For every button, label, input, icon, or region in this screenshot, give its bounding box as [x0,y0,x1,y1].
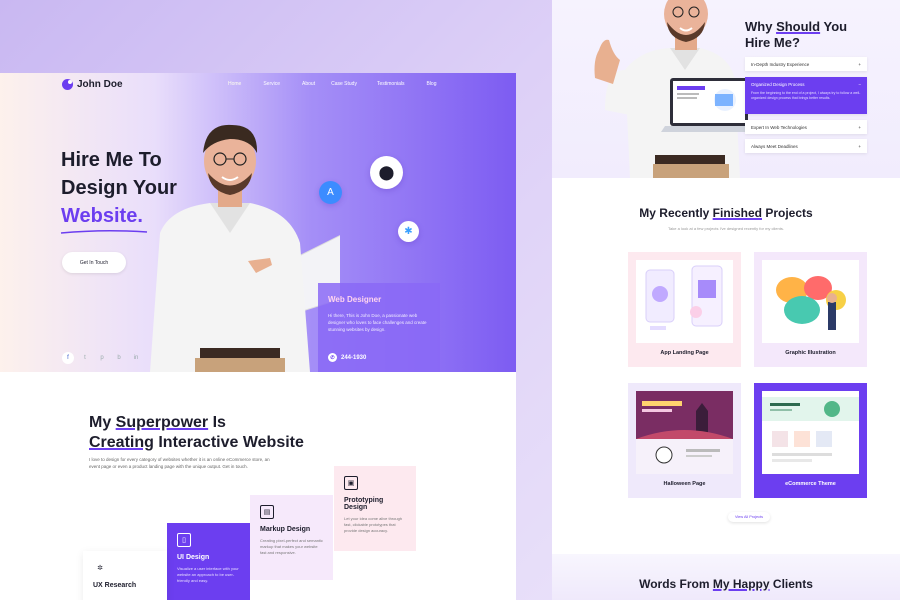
nav-item-testimonials[interactable]: Testimonials [377,81,405,87]
project-thumbnail [762,391,859,474]
markup-icon: ▤ [260,505,274,519]
service-name: Markup Design [260,526,311,533]
nav-item-blog[interactable]: Blog [426,81,436,87]
web-designer-card: Web Designer Hi there, This is John Doe,… [318,283,440,372]
hero-person-image [150,124,340,372]
pinterest-icon[interactable]: p [96,352,108,364]
web-designer-text: Hi there, This is John Doe, a passionate… [328,313,427,332]
prototyping-icon: ▣ [344,476,358,490]
accordion-label: Expert In Web Technologies [751,124,807,130]
accordion-label: Organized Design Process [751,82,805,87]
hero-section: John Doe Home Service About Case Study T… [0,73,516,372]
phone-contact[interactable]: ✆ 244-1930 [328,353,366,362]
accordion-body: From the beginning to the end of a proje… [751,91,861,100]
logo-text: John Doe [77,79,123,90]
project-card-app-landing[interactable]: App Landing Page [628,252,741,367]
linkedin-icon[interactable]: in [130,352,142,364]
react-icon: ✱ [398,221,419,242]
testimonials-title: Words From My Happy Clients [639,577,813,591]
ui-design-icon: ▯ [177,533,191,547]
project-label: Halloween Page [663,481,706,487]
logo-icon [62,79,73,90]
web-designer-title: Web Designer [328,295,382,304]
project-card-halloween[interactable]: Halloween Page [628,383,741,498]
twitter-icon[interactable]: t [79,352,91,364]
projects-title: My Recently Finished Projects [639,206,813,220]
service-name: UI Design [177,554,210,561]
project-label: Graphic Illustration [785,350,836,356]
accordion-item-deadlines[interactable]: Always Meet Deadlines + [745,139,867,153]
service-card-markup[interactable]: ▤ Markup Design Creating pixel-perfect a… [250,495,333,580]
why-hire-me-section: Why Should You Hire Me? In-Depth Industr… [552,0,900,178]
github-icon: ⬤ [370,156,403,189]
accordion-item-design-process[interactable]: Organized Design Process − From the begi… [745,77,867,114]
plus-icon: + [858,143,861,149]
facebook-icon[interactable]: f [62,352,74,364]
testimonials-section: Words From My Happy Clients [552,554,900,600]
phone-number: 244-1930 [341,354,367,361]
minus-icon: − [858,82,861,87]
accordion-item-experience[interactable]: In-Depth Industry Experience + [745,57,867,71]
service-desc: Creating pixel-perfect and semantic mark… [260,538,323,555]
project-thumbnail [636,260,733,343]
nav-item-service[interactable]: Service [263,81,280,87]
view-all-projects-button[interactable]: View All Projects [728,512,770,522]
main-nav: Home Service About Case Study Testimonia… [228,81,437,87]
ux-research-icon: ✲ [97,565,103,572]
project-label: App Landing Page [660,350,709,356]
service-card-ux-research[interactable]: ✲ UX Research [83,551,167,600]
service-desc: Let your idea come alive through fast, c… [344,516,403,533]
service-name: Prototyping Design [344,497,384,511]
service-card-prototyping[interactable]: ▣ Prototyping Design Let your idea come … [334,466,416,551]
service-card-ui-design[interactable]: ▯ UI Design Visualize a user interface w… [167,523,250,600]
get-in-touch-button[interactable]: Get In Touch [62,252,126,273]
why-hire-me-title: Why Should You Hire Me? [745,19,848,50]
logo[interactable]: John Doe [62,79,123,90]
service-desc: Visualize a user interface with your web… [177,566,239,583]
thumbs-up-person-image [594,0,755,178]
app-store-icon: A [319,181,342,204]
accordion-label: Always Meet Deadlines [751,143,798,149]
superpower-description: I love to design for every category of w… [89,457,270,469]
nav-item-about[interactable]: About [302,81,315,87]
nav-item-case-study[interactable]: Case Study [331,81,357,87]
project-card-ecommerce-theme[interactable]: eCommerce Theme [754,383,867,498]
plus-icon: + [858,124,861,130]
project-thumbnail [762,260,859,343]
service-name: UX Research [93,582,137,589]
detail-page-mockup: Why Should You Hire Me? In-Depth Industr… [552,0,900,600]
accordion-item-web-technologies[interactable]: Expert In Web Technologies + [745,120,867,134]
accordion-label: In-Depth Industry Experience [751,61,810,67]
phone-icon: ✆ [328,353,337,362]
project-card-graphic-illustration[interactable]: Graphic Illustration [754,252,867,367]
projects-subtitle: Take a look at a few projects I've desig… [668,226,784,231]
project-thumbnail [636,391,733,474]
project-label: eCommerce Theme [785,481,836,487]
plus-icon: + [858,61,861,67]
nav-item-home[interactable]: Home [228,81,241,87]
social-links: f t p b in [62,352,142,364]
home-page-mockup: John Doe Home Service About Case Study T… [0,73,516,600]
superpower-title: My Superpower Is Creating Interactive We… [89,414,304,451]
behance-icon[interactable]: b [113,352,125,364]
